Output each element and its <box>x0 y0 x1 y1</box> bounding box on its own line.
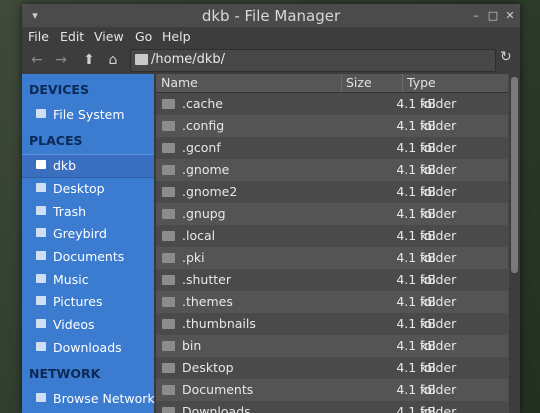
table-row[interactable]: Desktop 4.1 kB folder <box>156 357 508 379</box>
drive-icon <box>36 109 46 118</box>
folder-icon <box>36 319 46 328</box>
folder-icon <box>162 187 175 197</box>
table-row[interactable]: .thumbnails 4.1 kB folder <box>156 313 508 335</box>
forward-arrow-icon[interactable]: → <box>52 51 70 69</box>
folder-icon <box>36 296 46 305</box>
sidebar-item-label: Desktop <box>53 181 105 196</box>
folder-icon <box>36 183 46 192</box>
sidebar-item-label: File System <box>53 107 125 122</box>
table-row[interactable]: .gnome 4.1 kB folder <box>156 159 508 181</box>
table-row[interactable]: .themes 4.1 kB folder <box>156 291 508 313</box>
table-row[interactable]: bin 4.1 kB folder <box>156 335 508 357</box>
column-divider[interactable] <box>341 74 342 92</box>
places-header: PLACES <box>29 133 83 148</box>
reload-icon[interactable]: ↻ <box>500 49 512 65</box>
folder-icon <box>162 99 175 109</box>
menu-file[interactable]: File <box>28 29 49 44</box>
folder-icon <box>162 209 175 219</box>
sidebar-item-trash[interactable]: Trash <box>22 201 154 223</box>
sidebar-item-label: Greybird <box>53 226 107 241</box>
column-header: Name Size Type <box>156 74 508 93</box>
column-size[interactable]: Size <box>346 75 372 90</box>
folder-icon <box>36 342 46 351</box>
vertical-scrollbar[interactable] <box>509 74 520 413</box>
trash-icon <box>36 206 46 215</box>
sidebar: DEVICES File System PLACES dkb Desktop T… <box>22 74 155 413</box>
column-divider[interactable] <box>402 74 403 92</box>
folder-icon <box>162 363 175 373</box>
table-row[interactable]: .local 4.1 kB folder <box>156 225 508 247</box>
table-row[interactable]: .gnupg 4.1 kB folder <box>156 203 508 225</box>
table-row[interactable]: .config 4.1 kB folder <box>156 115 508 137</box>
window-title: dkb - File Manager <box>201 7 341 25</box>
toolbar: ← → ⬆ ⌂ /home/dkb/ ↻ <box>22 46 520 74</box>
sidebar-item-dkb[interactable]: dkb <box>22 154 154 178</box>
table-row[interactable]: .pki 4.1 kB folder <box>156 247 508 269</box>
folder-icon <box>162 341 175 351</box>
maximize-icon[interactable]: □ <box>487 10 499 22</box>
sidebar-item-label: dkb <box>53 158 77 173</box>
sidebar-item-desktop[interactable]: Desktop <box>22 178 154 200</box>
folder-icon <box>162 297 175 307</box>
devices-header: DEVICES <box>29 82 89 97</box>
folder-icon <box>162 275 175 285</box>
menu-bar: File Edit View Go Help <box>22 27 520 46</box>
menu-edit[interactable]: Edit <box>60 29 84 44</box>
sidebar-item-greybird[interactable]: Greybird <box>22 223 154 245</box>
network-icon <box>36 393 46 402</box>
folder-icon <box>162 121 175 131</box>
folder-icon <box>162 143 175 153</box>
folder-icon <box>36 274 46 283</box>
scrollbar-thumb[interactable] <box>511 77 518 273</box>
sidebar-item-label: Music <box>53 272 89 287</box>
sidebar-item-label: Videos <box>53 317 95 332</box>
sidebar-item-label: Trash <box>53 204 87 219</box>
home-icon[interactable]: ⌂ <box>104 51 122 69</box>
close-icon[interactable]: ✕ <box>504 10 516 22</box>
sidebar-item-label: Documents <box>53 249 125 264</box>
menu-view[interactable]: View <box>94 29 124 44</box>
back-arrow-icon[interactable]: ← <box>28 51 46 69</box>
folder-icon <box>162 385 175 395</box>
table-row[interactable]: .cache 4.1 kB folder <box>156 93 508 115</box>
home-icon <box>36 160 46 169</box>
folder-icon <box>36 251 46 260</box>
table-row[interactable]: .gconf 4.1 kB folder <box>156 137 508 159</box>
table-row[interactable]: .shutter 4.1 kB folder <box>156 269 508 291</box>
sidebar-item-label: Downloads <box>53 340 122 355</box>
sidebar-item-documents[interactable]: Documents <box>22 246 154 268</box>
menu-help[interactable]: Help <box>162 29 191 44</box>
folder-icon <box>36 228 46 237</box>
folder-icon <box>162 253 175 263</box>
file-list: Name Size Type .cache 4.1 kB folder .con… <box>156 74 520 413</box>
network-header: NETWORK <box>29 366 101 381</box>
parent-folder-icon[interactable]: ⬆ <box>80 51 98 69</box>
sidebar-item-label: Pictures <box>53 294 103 309</box>
sidebar-item-music[interactable]: Music <box>22 269 154 291</box>
location-bar[interactable]: /home/dkb/ <box>130 49 496 72</box>
folder-icon <box>162 407 175 413</box>
table-row[interactable]: .gnome2 4.1 kB folder <box>156 181 508 203</box>
location-path[interactable]: /home/dkb/ <box>151 52 225 67</box>
table-row[interactable]: Documents 4.1 kB folder <box>156 379 508 401</box>
menu-go[interactable]: Go <box>135 29 152 44</box>
minimize-icon[interactable]: – <box>470 10 482 22</box>
sidebar-item-videos[interactable]: Videos <box>22 314 154 336</box>
folder-icon <box>162 231 175 241</box>
table-row[interactable]: Downloads 4.1 kB folder <box>156 401 508 413</box>
column-name[interactable]: Name <box>161 75 198 90</box>
folder-icon <box>162 165 175 175</box>
sidebar-item-label: Browse Network <box>53 391 155 406</box>
sidebar-item-file-system[interactable]: File System <box>22 104 154 126</box>
column-type[interactable]: Type <box>407 75 436 90</box>
sidebar-item-browse-network[interactable]: Browse Network <box>22 388 155 410</box>
folder-icon <box>135 54 148 65</box>
title-bar[interactable]: ▾ dkb - File Manager – □ ✕ <box>22 4 520 27</box>
sidebar-item-pictures[interactable]: Pictures <box>22 291 154 313</box>
file-manager-window: ▾ dkb - File Manager – □ ✕ File Edit Vie… <box>22 4 520 413</box>
sidebar-item-downloads[interactable]: Downloads <box>22 337 154 359</box>
folder-icon <box>162 319 175 329</box>
